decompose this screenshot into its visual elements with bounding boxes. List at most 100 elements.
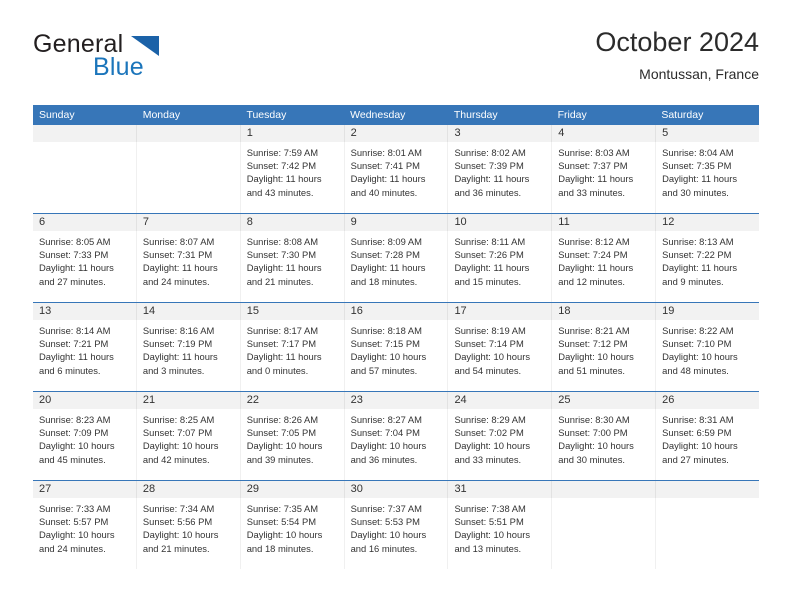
sunset-text: Sunset: 7:00 PM: [558, 427, 628, 439]
day-number[interactable]: 28: [135, 481, 240, 498]
sunset-text: Sunset: 7:15 PM: [350, 338, 420, 350]
day-cell[interactable]: Sunrise: 7:33 AM Sunset: 5:57 PM Daylight:…: [33, 498, 136, 569]
sunset-text: Sunset: 6:59 PM: [662, 427, 732, 439]
daylight-text: Daylight: 11 hours: [662, 173, 738, 185]
day-number[interactable]: 15: [239, 303, 344, 320]
day-number[interactable]: 3: [447, 125, 551, 142]
daylight-text-cont: and 13 minutes.: [454, 542, 522, 554]
day-number[interactable]: 25: [551, 392, 655, 409]
daylight-text-cont: and 33 minutes.: [558, 186, 626, 198]
calendar-week-row: 27 28 29 30 31 Sunrise: 7:33 AM Sunset: 5:57 P…: [33, 480, 759, 569]
day-cell[interactable]: Sunrise: 8:17 AM Sunset: 7:17 PM Daylight:…: [239, 320, 344, 391]
day-cell[interactable]: Sunrise: 8:12 AM Sunset: 7:24 PM Daylight:…: [551, 231, 655, 302]
day-cell[interactable]: Sunrise: 8:27 AM Sunset: 7:04 PM Daylight:…: [343, 409, 448, 480]
day-number[interactable]: 30: [343, 481, 448, 498]
day-number[interactable]: 21: [135, 392, 240, 409]
sunrise-text: Sunrise: 8:13 AM: [662, 236, 734, 247]
day-detail-row: Sunrise: 7:59 AM Sunset: 7:42 PM Daylight:…: [33, 142, 759, 213]
day-number[interactable]: 16: [343, 303, 448, 320]
daylight-text-cont: and 16 minutes.: [350, 542, 418, 554]
daylight-text: Daylight: 11 hours: [39, 262, 114, 274]
day-number[interactable]: 6: [33, 214, 136, 231]
day-number[interactable]: 10: [447, 214, 551, 231]
calendar-week-row: 20 21 22 23 24 25 26 Sunrise: 8:23 AM Sunset: 7:…: [33, 391, 759, 480]
day-cell[interactable]: Sunrise: 8:25 AM Sunset: 7:07 PM Daylight:…: [135, 409, 240, 480]
sunset-text: Sunset: 5:51 PM: [454, 516, 524, 528]
daylight-text-cont: and 24 minutes.: [142, 275, 210, 287]
day-cell[interactable]: Sunrise: 7:59 AM Sunset: 7:42 PM Daylight:…: [239, 142, 344, 213]
day-number[interactable]: 9: [343, 214, 448, 231]
daylight-text-cont: and 3 minutes.: [142, 364, 205, 376]
day-number[interactable]: 20: [33, 392, 136, 409]
weekday-header-friday: Friday: [557, 109, 587, 121]
day-cell[interactable]: Sunrise: 8:07 AM Sunset: 7:31 PM Daylight:…: [135, 231, 240, 302]
sunrise-text: Sunrise: 8:01 AM: [350, 147, 422, 158]
daylight-text: Daylight: 11 hours: [350, 173, 426, 185]
day-number[interactable]: 11: [551, 214, 655, 231]
sunrise-text: Sunrise: 8:07 AM: [142, 236, 215, 247]
daylight-text: Daylight: 11 hours: [246, 173, 322, 185]
day-cell[interactable]: Sunrise: 8:29 AM Sunset: 7:02 PM Daylight:…: [447, 409, 551, 480]
day-number[interactable]: 23: [343, 392, 448, 409]
sunrise-text: Sunrise: 8:21 AM: [558, 325, 630, 336]
day-number[interactable]: 27: [33, 481, 136, 498]
day-number[interactable]: 31: [447, 481, 551, 498]
sunset-text: Sunset: 7:14 PM: [454, 338, 524, 350]
day-cell[interactable]: Sunrise: 8:19 AM Sunset: 7:14 PM Daylight:…: [447, 320, 551, 391]
calendar-week-row: 6 7 8 9 10 11 12 Sunrise: 8:05 AM Sunset: 7:33 P…: [33, 213, 759, 302]
day-number[interactable]: 18: [551, 303, 655, 320]
day-number[interactable]: 19: [655, 303, 759, 320]
daylight-text: Daylight: 11 hours: [350, 262, 426, 274]
day-number[interactable]: 7: [135, 214, 240, 231]
daylight-text: Daylight: 10 hours: [142, 440, 219, 452]
day-number[interactable]: 4: [551, 125, 655, 142]
sunset-text: Sunset: 7:33 PM: [39, 249, 109, 261]
daylight-text-cont: and 42 minutes.: [142, 453, 210, 465]
sunset-text: Sunset: 5:53 PM: [350, 516, 420, 528]
sunrise-text: Sunrise: 8:02 AM: [454, 147, 526, 158]
day-cell[interactable]: Sunrise: 7:38 AM Sunset: 5:51 PM Daylight:…: [447, 498, 551, 569]
day-cell[interactable]: Sunrise: 8:31 AM Sunset: 6:59 PM Daylight:…: [655, 409, 759, 480]
sunrise-text: Sunrise: 8:16 AM: [142, 325, 215, 336]
day-detail-row: Sunrise: 8:05 AM Sunset: 7:33 PM Daylight:…: [33, 231, 759, 302]
day-cell[interactable]: Sunrise: 8:13 AM Sunset: 7:22 PM Daylight:…: [655, 231, 759, 302]
day-number[interactable]: 12: [655, 214, 759, 231]
day-number[interactable]: 24: [447, 392, 551, 409]
day-number[interactable]: 8: [239, 214, 344, 231]
day-cell[interactable]: Sunrise: 8:02 AM Sunset: 7:39 PM Daylight:…: [447, 142, 551, 213]
day-cell[interactable]: Sunrise: 8:18 AM Sunset: 7:15 PM Daylight:…: [343, 320, 448, 391]
daylight-text-cont: and 57 minutes.: [350, 364, 418, 376]
day-number[interactable]: 5: [655, 125, 759, 142]
day-number[interactable]: 1: [239, 125, 344, 142]
day-detail-row: Sunrise: 7:33 AM Sunset: 5:57 PM Daylight:…: [33, 498, 759, 569]
day-number[interactable]: 29: [239, 481, 344, 498]
day-cell[interactable]: Sunrise: 8:03 AM Sunset: 7:37 PM Daylight:…: [551, 142, 655, 213]
day-cell[interactable]: Sunrise: 8:14 AM Sunset: 7:21 PM Daylight:…: [33, 320, 136, 391]
day-cell[interactable]: Sunrise: 8:11 AM Sunset: 7:26 PM Daylight:…: [447, 231, 551, 302]
day-cell[interactable]: Sunrise: 8:04 AM Sunset: 7:35 PM Daylight:…: [655, 142, 759, 213]
day-cell[interactable]: Sunrise: 8:08 AM Sunset: 7:30 PM Daylight:…: [239, 231, 344, 302]
day-cell[interactable]: Sunrise: 7:34 AM Sunset: 5:56 PM Daylight:…: [135, 498, 240, 569]
daylight-text: Daylight: 11 hours: [246, 262, 322, 274]
day-cell[interactable]: Sunrise: 7:37 AM Sunset: 5:53 PM Daylight:…: [343, 498, 448, 569]
daylight-text-cont: and 18 minutes.: [350, 275, 418, 287]
day-number[interactable]: 17: [447, 303, 551, 320]
day-cell[interactable]: Sunrise: 8:22 AM Sunset: 7:10 PM Daylight:…: [655, 320, 759, 391]
day-cell[interactable]: Sunrise: 8:26 AM Sunset: 7:05 PM Daylight:…: [239, 409, 344, 480]
day-cell[interactable]: Sunrise: 7:35 AM Sunset: 5:54 PM Daylight:…: [239, 498, 344, 569]
day-number[interactable]: 13: [33, 303, 136, 320]
day-cell[interactable]: Sunrise: 8:23 AM Sunset: 7:09 PM Daylight:…: [33, 409, 136, 480]
day-cell[interactable]: Sunrise: 8:01 AM Sunset: 7:41 PM Daylight:…: [343, 142, 448, 213]
day-cell[interactable]: Sunrise: 8:21 AM Sunset: 7:12 PM Daylight:…: [551, 320, 655, 391]
day-number[interactable]: 14: [135, 303, 240, 320]
day-number[interactable]: 22: [239, 392, 344, 409]
day-number[interactable]: 26: [655, 392, 759, 409]
day-cell[interactable]: Sunrise: 8:05 AM Sunset: 7:33 PM Daylight:…: [33, 231, 136, 302]
day-cell[interactable]: Sunrise: 8:09 AM Sunset: 7:28 PM Daylight:…: [343, 231, 448, 302]
day-cell[interactable]: Sunrise: 8:16 AM Sunset: 7:19 PM Daylight:…: [135, 320, 240, 391]
sunrise-text: Sunrise: 8:08 AM: [246, 236, 319, 247]
day-number[interactable]: 2: [343, 125, 448, 142]
calendar-grid: Sunday Monday Tuesday Wednesday Thursday…: [33, 105, 759, 569]
day-cell[interactable]: Sunrise: 8:30 AM Sunset: 7:00 PM Daylight:…: [551, 409, 655, 480]
daylight-text-cont: and 30 minutes.: [558, 453, 626, 465]
